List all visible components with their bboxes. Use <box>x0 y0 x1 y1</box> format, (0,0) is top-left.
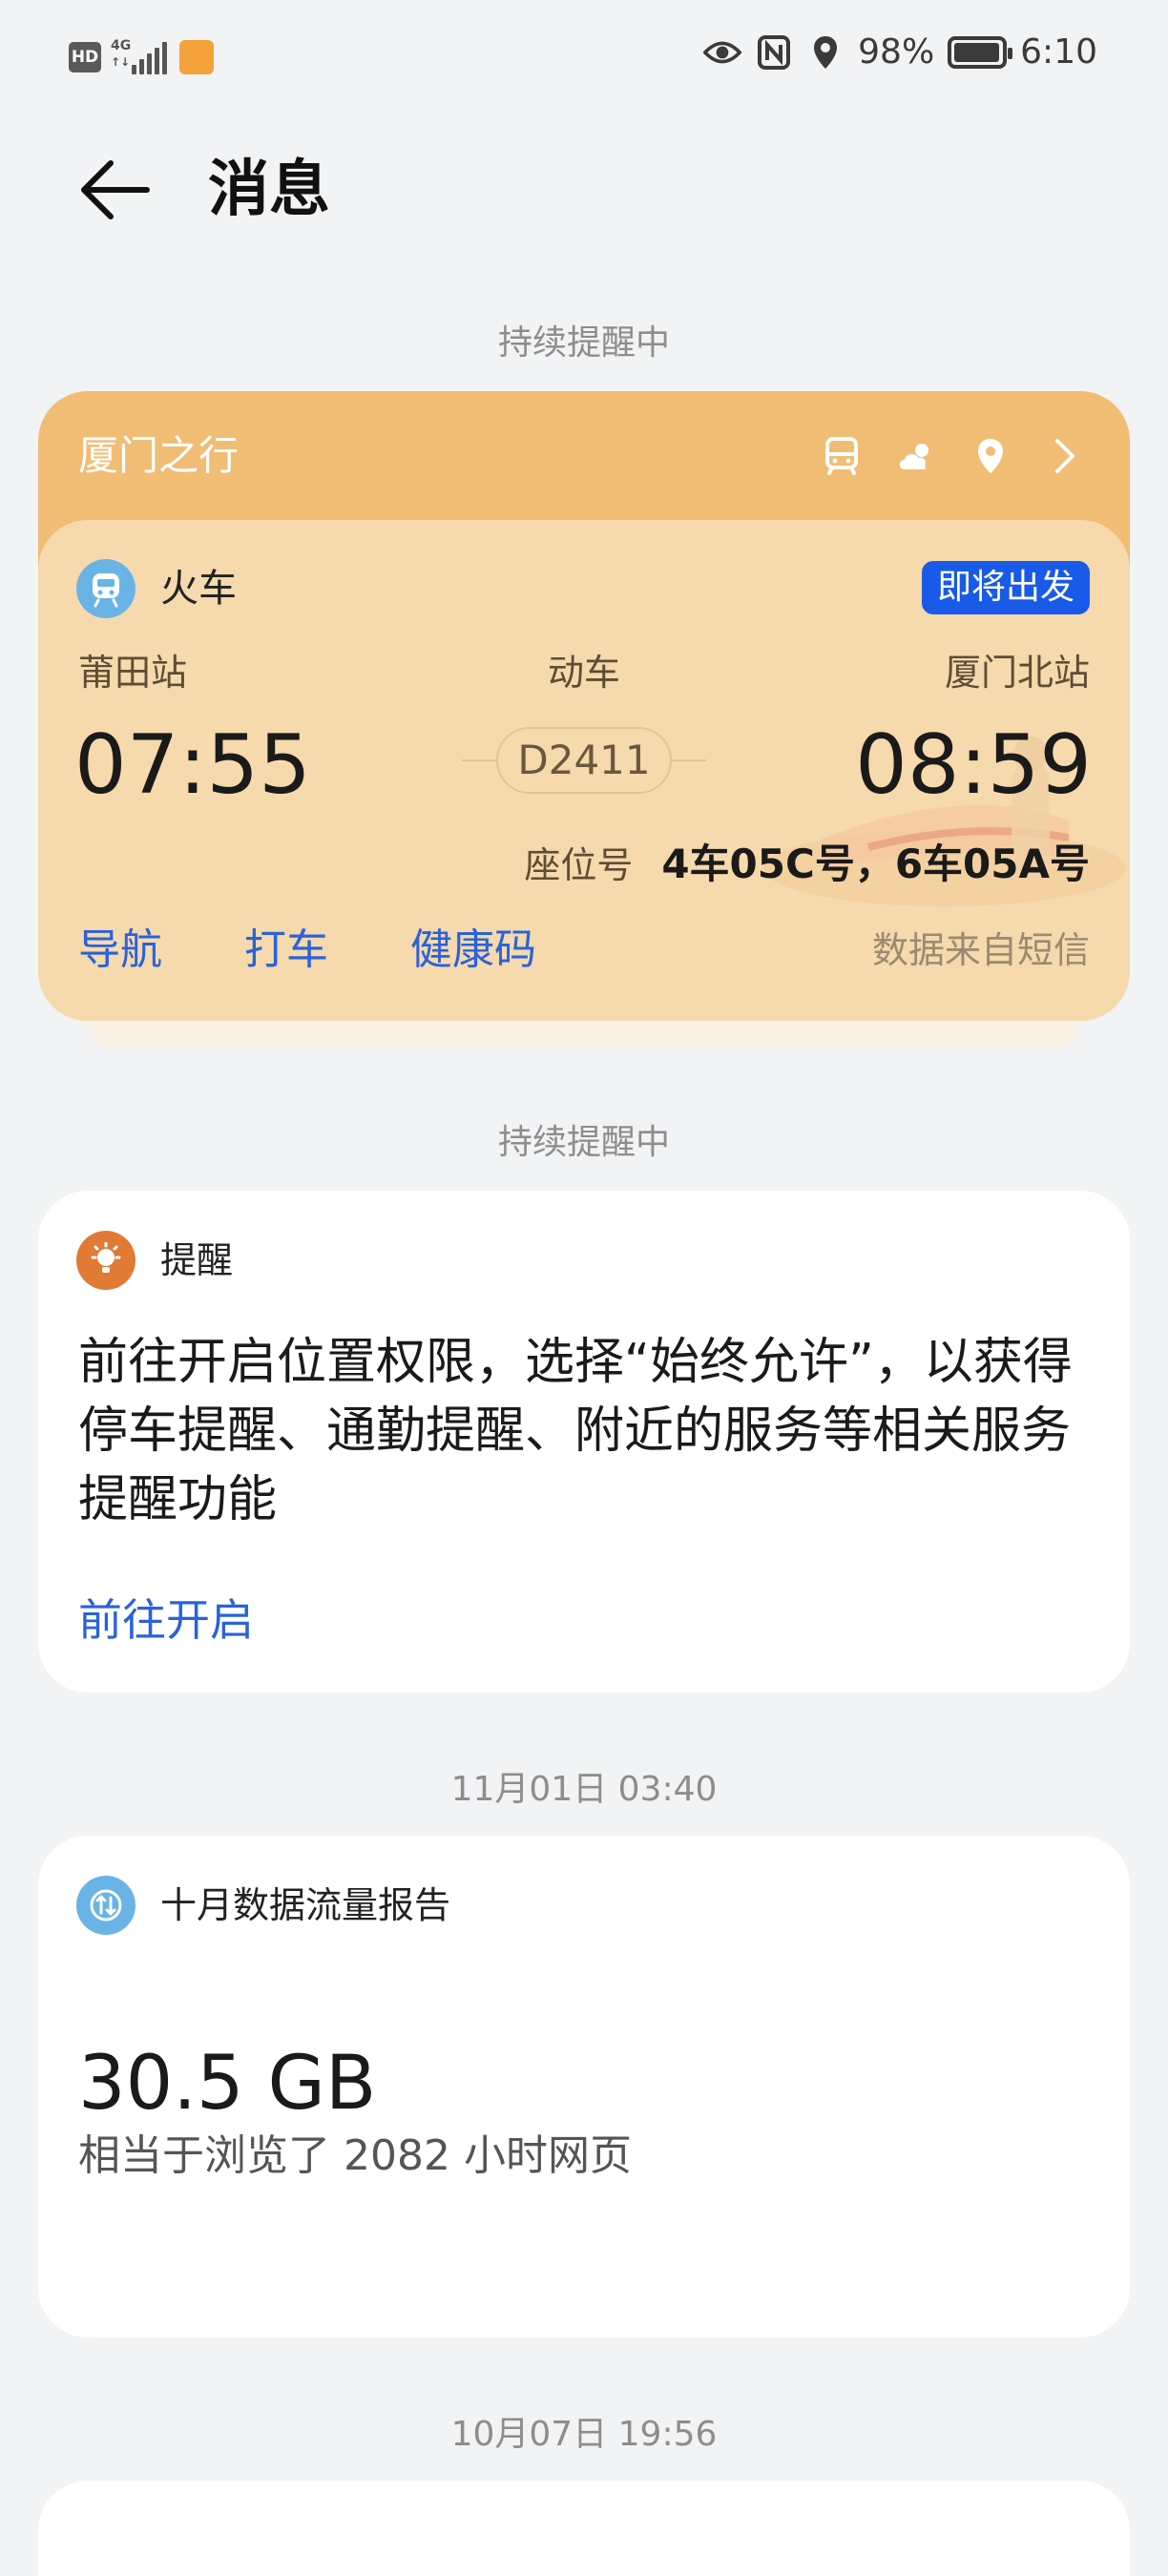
train-number: D2411 <box>496 727 672 794</box>
lightbulb-icon <box>76 1231 136 1290</box>
location-status-icon <box>806 33 845 72</box>
navigate-button[interactable]: 导航 <box>78 922 162 979</box>
seat-info: 座位号 4车05C号，6车05A号 <box>524 832 1090 890</box>
battery-fill <box>954 42 1000 62</box>
bus-icon[interactable] <box>819 433 865 479</box>
status-left: HD 4G ↑↓ <box>69 38 214 76</box>
arrival-station: 厦门北站 <box>944 652 1090 694</box>
train-icon <box>76 559 136 618</box>
section-label-ongoing: 持续提醒中 <box>497 1123 670 1162</box>
battery-icon <box>948 35 1013 69</box>
chevron-right-icon[interactable] <box>1042 433 1088 479</box>
enable-location-link[interactable]: 前往开启 <box>78 1589 254 1651</box>
divider-line <box>671 759 706 761</box>
data-report-title: 十月数据流量报告 <box>160 1884 451 1926</box>
data-description: 相当于浏览了 2082 小时网页 <box>78 2131 632 2180</box>
data-source-note: 数据来自短信 <box>871 929 1090 971</box>
reminder-title: 提醒 <box>160 1239 234 1281</box>
data-arrows-icon: ↑↓ <box>111 55 131 69</box>
signal-bars-icon <box>132 42 167 74</box>
page-title: 消息 <box>208 155 330 225</box>
next-card[interactable] <box>38 2481 1130 2576</box>
section-label-ongoing: 持续提醒中 <box>497 323 670 363</box>
taxi-button[interactable]: 打车 <box>244 922 328 979</box>
status-bar: HD 4G ↑↓ 98% 6:10 <box>0 0 1168 114</box>
battery-percent: 98% <box>858 32 935 72</box>
back-arrow-icon <box>81 160 150 219</box>
status-badge: 即将出发 <box>921 561 1090 614</box>
data-amount: 30.5 GB <box>78 2041 377 2127</box>
status-right: 98% 6:10 <box>703 32 1097 72</box>
divider-line <box>462 759 497 761</box>
date-label: 11月01日 03:40 <box>450 1770 718 1809</box>
transport-type-label: 火车 <box>160 567 237 611</box>
hd-badge: HD <box>69 42 101 73</box>
trip-toolbar <box>819 427 1088 485</box>
trip-actions: 导航 打车 健康码 <box>78 922 536 979</box>
header: 消息 <box>0 134 1168 239</box>
weather-icon[interactable] <box>893 433 939 479</box>
back-button[interactable] <box>67 147 162 233</box>
app-notification-icon <box>179 40 214 74</box>
seat-label: 座位号 <box>524 844 634 886</box>
network-type: 4G <box>111 38 132 53</box>
eye-icon <box>703 33 742 72</box>
clock: 6:10 <box>1020 32 1097 72</box>
data-transfer-icon <box>76 1876 136 1935</box>
nfc-icon <box>755 33 793 72</box>
location-pin-icon[interactable] <box>968 433 1013 479</box>
date-label: 10月07日 19:56 <box>450 2415 718 2454</box>
trip-title[interactable]: 厦门之行 <box>78 427 239 485</box>
seat-value: 4车05C号，6车05A号 <box>661 841 1090 887</box>
arrival-time: 08:59 <box>855 717 1092 813</box>
signal-icon: 4G ↑↓ <box>111 38 170 76</box>
reminder-body: 前往开启位置权限，选择“始终允许”，以获得停车提醒、通勤提醒、附近的服务等相关服… <box>78 1334 1073 1528</box>
health-code-button[interactable]: 健康码 <box>410 922 536 979</box>
